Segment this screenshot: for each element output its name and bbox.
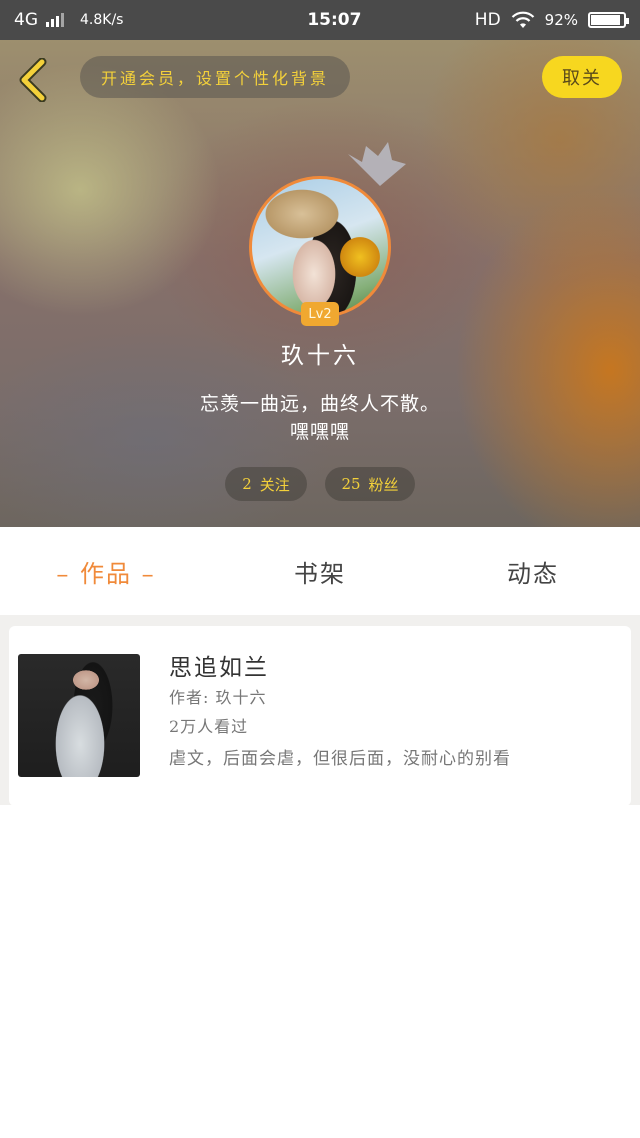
battery-icon [588, 12, 629, 28]
hd-indicator: HD [474, 10, 501, 30]
work-views: 2万人看过 [169, 717, 249, 736]
profile-header: 开通会员，设置个性化背景 取关 Lv2 玖十六 忘羡一曲远，曲终人不散。 嘿嘿嘿… [0, 40, 640, 527]
following-label: 关注 [259, 475, 290, 494]
network-speed: 4.8K/s [80, 12, 124, 28]
clock: 15:07 [307, 10, 362, 30]
network-type: 4G [14, 10, 38, 30]
wifi-icon [511, 11, 534, 28]
tab-bookshelf[interactable]: 书架 [240, 527, 400, 615]
signal-icon [46, 13, 64, 27]
work-title[interactable]: 思追如兰 [169, 648, 269, 682]
following-chip[interactable]: 2 关注 [225, 467, 307, 501]
tab-works[interactable]: – 作品 – [26, 527, 186, 615]
bio-line-2: 嘿嘿嘿 [289, 421, 350, 443]
tab-bar: – 作品 – 书架 动态 [0, 527, 640, 615]
unfollow-button[interactable]: 取关 [542, 56, 622, 98]
followers-count: 25 [341, 475, 361, 493]
status-bar: 4G 4.8K/s 15:07 HD 92% [0, 0, 640, 40]
bio: 忘羡一曲远，曲终人不散。 嘿嘿嘿 [0, 390, 640, 446]
work-card[interactable]: 思追如兰 作者: 玖十六 2万人看过 虐文，后面会虐，但很后面，没耐心的别看 [9, 626, 631, 806]
bio-line-1: 忘羡一曲远，曲终人不散。 [199, 393, 440, 415]
vip-banner[interactable]: 开通会员，设置个性化背景 [80, 56, 350, 98]
followers-label: 粉丝 [368, 475, 399, 494]
following-count: 2 [242, 475, 252, 493]
level-badge: Lv2 [301, 302, 339, 326]
followers-chip[interactable]: 25 粉丝 [325, 467, 415, 501]
chevron-left-icon [19, 57, 47, 103]
tab-feed[interactable]: 动态 [453, 527, 613, 615]
book-cover[interactable] [18, 654, 140, 777]
work-description: 虐文，后面会虐，但很后面，没耐心的别看 [169, 749, 511, 769]
battery-percent: 92% [544, 11, 578, 29]
username: 玖十六 [281, 343, 359, 369]
avatar[interactable] [249, 176, 391, 318]
back-button[interactable] [14, 57, 54, 103]
work-author: 作者: 玖十六 [169, 688, 267, 707]
